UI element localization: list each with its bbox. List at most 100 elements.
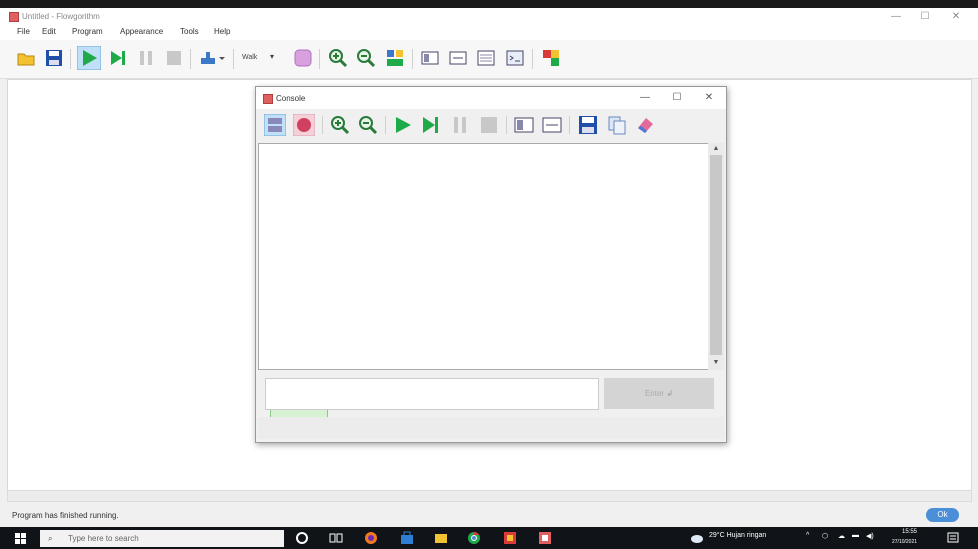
console-vertical-scrollbar[interactable]: ▲ ▼: [708, 143, 724, 370]
toolbar-separator: [532, 49, 533, 69]
menu-program[interactable]: Program: [72, 27, 103, 36]
console-pause-icon[interactable]: [449, 114, 471, 136]
search-icon: ⌕: [48, 534, 53, 543]
scroll-up-arrow-icon[interactable]: ▲: [708, 144, 724, 154]
console-zoom-in-icon[interactable]: [329, 114, 351, 136]
flowchart-view-icon[interactable]: [420, 48, 440, 68]
console-maximize-button[interactable]: ☐: [667, 91, 687, 105]
console-save-icon[interactable]: [577, 114, 599, 136]
step-icon[interactable]: [108, 48, 128, 68]
scroll-down-arrow-icon[interactable]: ▼: [708, 358, 724, 368]
console-variables-view-icon[interactable]: [541, 114, 563, 136]
console-toolbar: [256, 109, 726, 142]
menu-appearance[interactable]: Appearance: [120, 27, 163, 36]
main-toolbar: Walk ▾: [0, 40, 978, 79]
zoom-out-icon[interactable]: [356, 48, 376, 68]
chart-generator-icon[interactable]: [541, 48, 561, 68]
close-button[interactable]: ✕: [943, 10, 969, 24]
window-title: Untitled - Flowgorithm: [22, 12, 100, 21]
console-close-button[interactable]: ✕: [699, 91, 719, 105]
speed-label[interactable]: Walk: [242, 54, 257, 61]
menu-tools[interactable]: Tools: [180, 27, 199, 36]
scrollbar-thumb[interactable]: [710, 155, 722, 355]
chrome-icon[interactable]: [467, 531, 481, 545]
console-zoom-out-icon[interactable]: [357, 114, 379, 136]
pause-icon[interactable]: [136, 48, 156, 68]
windows-taskbar: ⌕ Type here to search 29°C Hujan ringan …: [0, 527, 978, 549]
shape-color-icon[interactable]: [293, 48, 313, 68]
speed-dropdown-icon[interactable]: ▾: [270, 52, 274, 61]
tray-chevron-icon[interactable]: ^: [806, 532, 809, 539]
console-toolbar-separator: [322, 116, 323, 134]
volume-icon[interactable]: ◀): [866, 532, 874, 540]
zoom-in-icon[interactable]: [328, 48, 348, 68]
app-icon: [9, 12, 19, 22]
console-toolbar-separator: [569, 116, 570, 134]
clear-icon[interactable]: [634, 114, 656, 136]
cortana-icon[interactable]: [295, 531, 309, 545]
console-flowchart-view-icon[interactable]: [513, 114, 535, 136]
layout-icon[interactable]: [385, 48, 405, 68]
record-icon[interactable]: [293, 114, 315, 136]
console-stop-icon[interactable]: [478, 114, 500, 136]
maximize-button[interactable]: ☐: [912, 10, 938, 24]
run-icon[interactable]: [77, 46, 101, 70]
notification-icon[interactable]: [946, 531, 960, 545]
console-title: Console: [276, 94, 306, 103]
variables-view-icon[interactable]: [448, 48, 468, 68]
weather-cloud-icon: [691, 535, 703, 543]
weather-text[interactable]: 29°C Hujan ringan: [709, 532, 766, 539]
dropbox-icon[interactable]: ⬡: [822, 532, 828, 540]
screen-top-edge: [0, 0, 978, 8]
console-output-area: hello world: [258, 143, 710, 418]
menu-bar: File Edit Program Appearance Tools Help: [0, 25, 978, 40]
console-window: Console — ☐ ✕ hello world ▲ ▼ Enter ↲: [255, 86, 727, 443]
console-toolbar-separator: [385, 116, 386, 134]
flowgorithm-taskbar-icon[interactable]: [538, 531, 552, 545]
variable-watch-icon[interactable]: [198, 48, 226, 68]
open-folder-icon[interactable]: [16, 48, 36, 68]
console-app-icon: [263, 94, 273, 104]
console-layout-icon[interactable]: [264, 114, 286, 136]
clock-date[interactable]: 27/10/2021: [892, 539, 917, 545]
title-bar: Untitled - Flowgorithm — ☐ ✕: [0, 8, 978, 25]
pinned-app-icon[interactable]: [503, 531, 517, 545]
status-message: Program has finished running.: [12, 511, 119, 520]
console-view-icon[interactable]: [476, 48, 496, 68]
toolbar-separator: [70, 49, 71, 69]
source-code-view-icon[interactable]: [505, 48, 525, 68]
console-title-bar: Console — ☐ ✕: [256, 87, 726, 109]
taskbar-search-box[interactable]: ⌕ Type here to search: [40, 530, 284, 547]
toolbar-separator: [412, 49, 413, 69]
horizontal-scrollbar[interactable]: [7, 490, 972, 502]
toolbar-separator: [233, 49, 234, 69]
store-icon[interactable]: [400, 531, 414, 545]
save-icon[interactable]: [44, 48, 64, 68]
enter-button-label: Enter: [644, 389, 665, 398]
console-toolbar-separator: [506, 116, 507, 134]
network-icon[interactable]: ▬: [852, 532, 859, 539]
windows-start-icon[interactable]: [15, 533, 26, 544]
ok-button[interactable]: Ok: [926, 508, 959, 522]
search-placeholder: Type here to search: [68, 534, 139, 543]
console-input-field[interactable]: [265, 378, 599, 410]
menu-edit[interactable]: Edit: [42, 27, 56, 36]
toolbar-separator: [319, 49, 320, 69]
enter-key-icon: ↲: [666, 389, 674, 398]
clock-time[interactable]: 15:55: [902, 529, 917, 535]
console-status-strip: [258, 417, 724, 439]
menu-file[interactable]: File: [17, 27, 30, 36]
console-step-icon[interactable]: [420, 114, 442, 136]
file-explorer-icon[interactable]: [434, 531, 448, 545]
toolbar-separator: [190, 49, 191, 69]
stop-icon[interactable]: [164, 48, 184, 68]
console-minimize-button[interactable]: —: [635, 91, 655, 105]
console-run-icon[interactable]: [392, 114, 414, 136]
copy-icon[interactable]: [606, 114, 628, 136]
menu-help[interactable]: Help: [214, 27, 230, 36]
task-view-icon[interactable]: [329, 531, 343, 545]
enter-button[interactable]: Enter ↲: [604, 378, 714, 409]
onedrive-cloud-icon[interactable]: ☁: [838, 532, 845, 540]
minimize-button[interactable]: —: [883, 10, 909, 24]
firefox-icon[interactable]: [364, 531, 378, 545]
